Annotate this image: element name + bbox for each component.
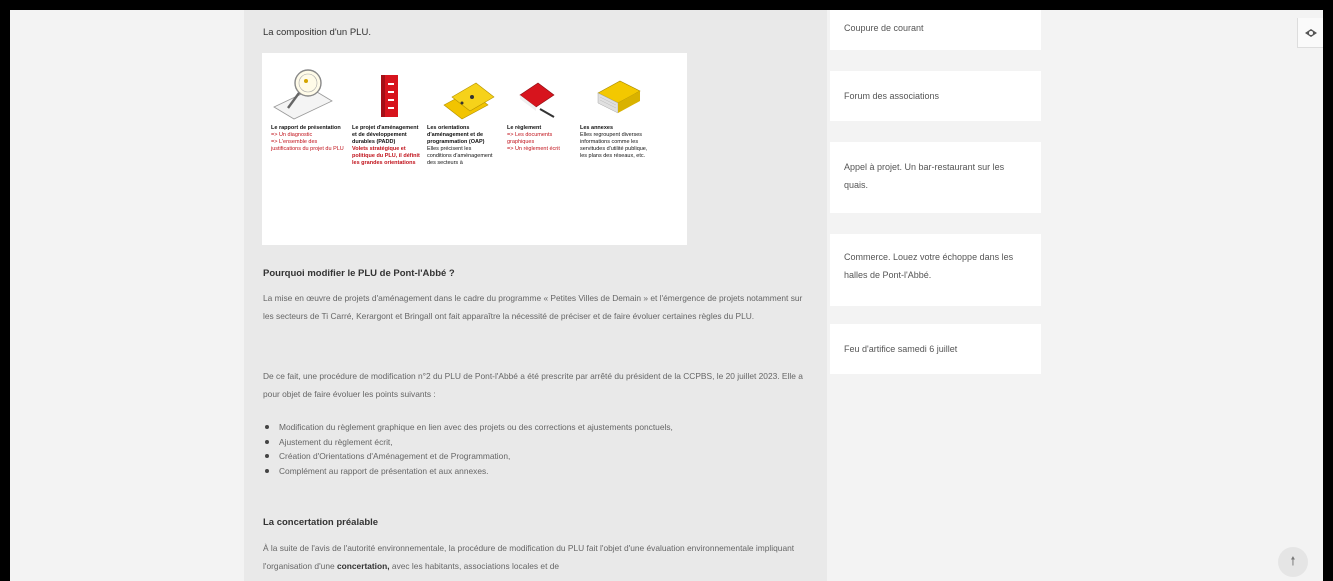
news-card-title[interactable]: Coupure de courant — [844, 23, 924, 33]
news-card-commerce[interactable]: Commerce. Louez votre échoppe dans les h… — [830, 234, 1041, 306]
figure-caption-line: => L'ensemble des justifications du proj… — [271, 139, 344, 152]
news-card-title[interactable]: Forum des associations — [844, 91, 939, 101]
article-column: La composition d'un PLU. Le rapport de p… — [244, 10, 827, 581]
news-card-coupure[interactable]: Coupure de courant — [830, 10, 1041, 50]
figure-caption-title: Les orientations d'aménagement et de pro… — [427, 125, 485, 145]
figure-caption-title: Le projet d'aménagement et de développem… — [352, 125, 419, 145]
list-item: Modification du règlement graphique en l… — [263, 420, 811, 435]
reglement-book-icon — [519, 82, 555, 118]
figure-caption-padd: Le projet d'aménagement et de développem… — [352, 125, 422, 167]
figure-caption-line: Elles précisent les conditions d'aménage… — [427, 146, 493, 166]
why-heading: Pourquoi modifier le PLU de Pont-l'Abbé … — [263, 268, 455, 279]
arrow-up-icon: 🠕 — [1290, 553, 1296, 568]
news-card-title[interactable]: Appel à projet. Un bar-restaurant sur le… — [844, 162, 1004, 190]
concertation-text: avec les habitants, associations locales… — [389, 560, 560, 571]
news-card-forum[interactable]: Forum des associations — [830, 71, 1041, 121]
oap-maps-icon — [443, 82, 495, 120]
modification-points-list: Modification du règlement graphique en l… — [263, 420, 811, 478]
figure-caption-annexes: Les annexes Elles regroupent diverses in… — [580, 125, 650, 160]
figure-caption-title: Le règlement — [507, 125, 542, 131]
list-item: Création d'Orientations d'Aménagement et… — [263, 449, 811, 464]
accessibility-button[interactable] — [1297, 18, 1323, 48]
padd-booklet-icon — [381, 75, 398, 117]
news-card-title[interactable]: Commerce. Louez votre échoppe dans les h… — [844, 252, 1013, 280]
plu-illustrations — [273, 69, 641, 120]
figure-caption-line: Elles regroupent diverses informations c… — [580, 132, 648, 159]
news-card-appel-projet[interactable]: Appel à projet. Un bar-restaurant sur le… — [830, 142, 1041, 213]
page-viewport: La composition d'un PLU. Le rapport de p… — [10, 10, 1323, 581]
figure-caption-rapport: Le rapport de présentation => Un diagnos… — [271, 125, 346, 153]
figure-caption-line: => Les documents graphiques — [507, 132, 553, 145]
composition-heading: La composition d'un PLU. — [263, 27, 371, 38]
back-to-top-button[interactable]: 🠕 — [1278, 547, 1308, 577]
annexes-stack-icon — [597, 80, 641, 114]
procedure-paragraph: De ce fait, une procédure de modificatio… — [263, 371, 803, 399]
why-paragraph: La mise en œuvre de projets d'aménagemen… — [263, 293, 803, 321]
accessibility-icon — [1304, 28, 1317, 37]
figure-caption-oap: Les orientations d'aménagement et de pro… — [427, 125, 497, 167]
concertation-paragraph: À la suite de l'avis de l'autorité envir… — [263, 540, 811, 575]
figure-caption-title: Les annexes — [580, 125, 614, 131]
plu-composition-figure: Le rapport de présentation => Un diagnos… — [262, 53, 687, 245]
news-card-feu-artifice[interactable]: Feu d'artifice samedi 6 juillet — [830, 324, 1041, 374]
figure-caption-line: Volets stratégique et politique du PLU, … — [352, 146, 420, 166]
concertation-heading: La concertation préalable — [263, 517, 379, 528]
list-item: Ajustement du règlement écrit, — [263, 435, 811, 450]
magnifier-map-icon — [273, 69, 333, 120]
figure-caption-reglement: Le règlement => Les documents graphiques… — [507, 125, 573, 153]
news-card-title[interactable]: Feu d'artifice samedi 6 juillet — [844, 344, 957, 354]
list-item: Complément au rapport de présentation et… — [263, 464, 811, 479]
figure-caption-line: => Un diagnostic — [271, 132, 313, 138]
figure-caption-line: => Un règlement écrit — [507, 146, 560, 152]
concertation-bold-text: concertation, — [336, 560, 390, 571]
figure-caption-title: Le rapport de présentation — [271, 125, 341, 131]
